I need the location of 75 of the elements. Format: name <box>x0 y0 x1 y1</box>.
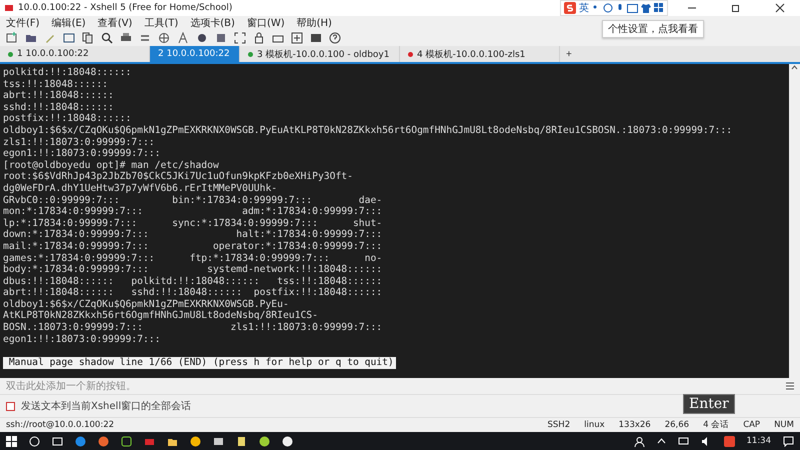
terminal-line: egon1:!!:18073:0:99999:7::: <box>3 334 162 346</box>
terminal-line: body:*:17834:0:99999:7::: systemd-network:!!:18048:::::: <box>3 264 384 276</box>
maximize-icon[interactable] <box>731 3 741 13</box>
terminal-line: dbus:!!:18048:::::: polkitd:!!:18048:::::: tss:!!:18048:::::: <box>3 276 384 288</box>
num-indicator: NUM <box>774 420 794 430</box>
help-icon[interactable] <box>329 32 341 44</box>
people-icon[interactable] <box>634 436 644 446</box>
ime-mode[interactable]: 英 <box>579 1 589 15</box>
lock-icon[interactable] <box>253 32 265 44</box>
terminal-line: dg0WeFDrA.dhY1UeHtw37p7yWfV6b6.rErItMMePV0UUhk- <box>3 182 278 195</box>
layout-icon[interactable] <box>310 32 322 44</box>
globe-icon[interactable] <box>158 32 170 44</box>
terminal-line: tss:!!:18048:::::: <box>3 78 109 90</box>
menu-item[interactable]: 帮助(H) <box>296 16 332 30</box>
terminal-line: down:*:17834:0:99999:7::: halt:*:17834:0:99999:7::: <box>3 229 384 241</box>
new-session-icon[interactable] <box>6 32 18 44</box>
terminal-line: oldboy1:$6$x/CZqOKu$Q6pmkN1gZPmEXKRKNX0WSGB.PyEu- <box>3 298 290 310</box>
checkbox-icon[interactable] <box>6 402 15 410</box>
scrollbar[interactable] <box>789 64 800 378</box>
terminal-line: root:$6$VdRhJp43p2JbZb70$CkC5JKi7Uc1uOfun9kpKFzb0eXHiPy3Oft- <box>3 171 354 183</box>
ime-logo-icon[interactable] <box>564 2 576 14</box>
menu-item[interactable]: 文件(F) <box>6 16 40 30</box>
taskbar-clock: 11:34 <box>746 436 771 446</box>
terminal-line: [root@oldboyedu opt]# man /etc/shadow <box>3 160 220 172</box>
key-overlay: Enter <box>683 394 735 414</box>
notification-icon[interactable] <box>783 436 794 446</box>
menu-item[interactable]: 查看(V) <box>98 16 132 30</box>
terminal-line: GRvbC0::0:99999:7::: bin:*:17834:0:99999:7::: dae- <box>3 194 384 206</box>
terminal-line: abrt:!!:18048:::::: sshd:!!:18048:::::: postfix:!!:18048:::::: <box>3 287 384 299</box>
terminal-line: sshd:!!:18048:::::: <box>3 102 115 114</box>
terminal-size: 133x26 <box>618 420 651 430</box>
terminal-line: egon1:!!:18073:0:99999:7::: <box>3 148 162 160</box>
search-icon[interactable] <box>101 32 113 44</box>
session-address: ssh://root@10.0.0.100:22 <box>6 420 114 430</box>
terminal-line: postfix:!!:18048:::::: <box>3 113 132 125</box>
fullscreen-icon[interactable] <box>234 32 246 44</box>
ime-tray-icon[interactable] <box>724 436 734 446</box>
terminal-line: zls1:!!:18073:0:99999:7::: <box>3 136 156 148</box>
search-icon[interactable] <box>29 436 40 446</box>
terminal-line: mon:*:17834:0:99999:7::: adm:*:17834:0:99999:7::: <box>3 206 384 218</box>
menu-item[interactable]: 编辑(E) <box>52 16 86 30</box>
folder-icon[interactable] <box>25 32 37 44</box>
printer-icon[interactable] <box>120 32 132 44</box>
close-icon[interactable] <box>775 3 785 13</box>
menu-item[interactable]: 窗口(W) <box>246 16 285 30</box>
terminal-line: AtKLP8T0kN28ZKkxh56rt6OgmfHNhGJmU8Lt8odeNsbq/8RIeu1CS- <box>3 310 319 322</box>
terminal-line: lp:*:17834:0:99999:7::: sync:*:17834:0:99999:7::: shut- <box>3 218 384 230</box>
menu-icon[interactable] <box>786 382 794 390</box>
terminal-type: linux <box>584 420 605 430</box>
menu-item[interactable]: 工具(T) <box>144 16 178 30</box>
session-tab[interactable]: 2 10.0.0.100:22 <box>150 46 240 62</box>
terminal-line: BOSN.:18073:0:99999:7::: zls1:!!:18073:0:99999:7::: <box>3 322 384 334</box>
font-icon[interactable] <box>177 32 189 44</box>
caps-indicator: CAP <box>743 420 760 430</box>
terminal-line: games:*:17834:0:99999:7::: ftp:*:17834:0:99999:7::: no- <box>3 252 384 264</box>
terminal-line: mail:*:17834:0:99999:7::: operator:*:17834:0:99999:7::: <box>3 240 384 252</box>
cursor-position: 26,66 <box>664 420 690 430</box>
shirt-icon[interactable] <box>641 3 651 13</box>
window-title: 10.0.0.100:22 - Xshell 5 (Free for Home/School) <box>18 3 232 13</box>
terminal-line: oldboy1:$6$x/CZqOKu$Q6pmkN1gZPmEXKRKNX0WSGB.PyEuAtKLP8T0kN28ZKkxh56rt6OgmfHNhGJmU8Lt8odeNsbq/8RIeu1CSBOSN.:18073:0:99999:7::: <box>3 124 734 137</box>
terminal-line: abrt:!!:18048:::::: <box>3 90 115 102</box>
notepad-icon[interactable] <box>236 436 247 446</box>
menu-item[interactable]: 选项卡(B) <box>190 16 235 30</box>
add-box-icon[interactable] <box>291 32 303 44</box>
copy-icon[interactable] <box>82 32 94 44</box>
protocol-label: SSH2 <box>548 420 570 430</box>
windows-start-icon[interactable] <box>6 436 17 446</box>
pager-status: Manual page shadow line 1/66 (END) (press h for help or q to quit) <box>3 357 396 369</box>
tooltip: 个性设置，点我看看 <box>602 20 704 38</box>
grid-icon[interactable] <box>654 3 664 13</box>
session-count: 4 会话 <box>703 419 730 431</box>
terminal-line: polkitd:!!:18048:::::: <box>3 67 132 79</box>
task-view-icon[interactable] <box>52 436 63 446</box>
chevron-up-icon[interactable] <box>656 438 666 444</box>
scroll-up-icon[interactable] <box>791 64 798 70</box>
